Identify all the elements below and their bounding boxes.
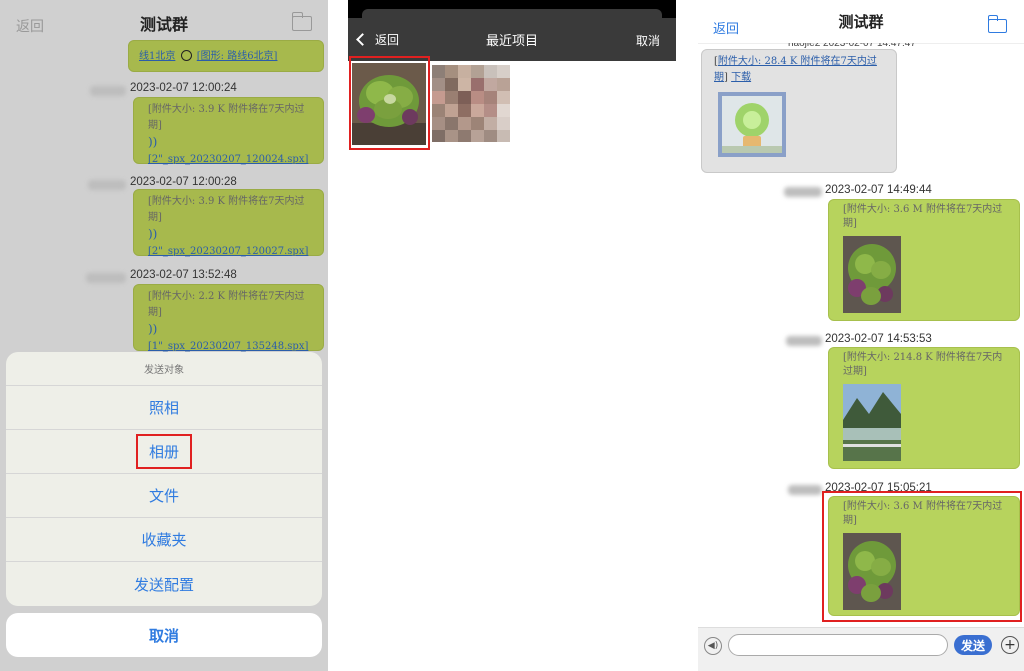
action-favorites-label: 收藏夹 <box>141 531 187 549</box>
picker-cancel-button[interactable]: 取消 <box>636 32 660 49</box>
lightbulb-image <box>722 96 782 153</box>
folder-icon[interactable] <box>987 15 1007 33</box>
send-button[interactable]: 发送 <box>954 635 992 655</box>
audio-wave-icon: )) <box>148 135 158 149</box>
sent-image-thumbnail[interactable] <box>843 236 901 313</box>
message-bubble-top: 线1北京 [图形: 路线6北京] <box>128 40 324 72</box>
action-sheet-title: 发送对象 <box>6 352 322 386</box>
photo-picker-panel: 返回 最近项目 取消 <box>348 0 676 671</box>
map-icon <box>180 50 192 61</box>
message-timestamp: 2023-02-07 12:00:28 <box>130 176 237 188</box>
sent-image-bubble[interactable]: [附件大小: 214.8 K 附件将在7天内过期] <box>828 347 1020 469</box>
plus-icon[interactable]: + <box>1001 636 1019 654</box>
back-button[interactable]: 返回 <box>713 18 739 37</box>
message-input-bar: ◀) 发送 + <box>698 627 1024 671</box>
audio-wave-icon: )) <box>148 227 158 241</box>
action-camera-label: 照相 <box>148 399 179 417</box>
message-timestamp: 2023-02-07 14:49:44 <box>825 184 932 196</box>
link-route-6[interactable]: [图形: 路线6北京] <box>197 51 278 62</box>
action-file-label: 文件 <box>148 487 179 505</box>
sender-name-blurred <box>88 180 126 190</box>
chevron-left-icon <box>356 33 369 46</box>
action-send-config[interactable]: 发送配置 <box>6 562 322 606</box>
message-timestamp: 2023-02-07 14:53:53 <box>825 333 932 345</box>
status-area <box>348 0 676 18</box>
action-camera[interactable]: 照相 <box>6 386 322 430</box>
chat-title: 测试群 <box>139 15 188 34</box>
attachment-info: [附件大小: 3.6 M 附件将在7天内过期] <box>843 204 1003 229</box>
sent-image-thumbnail[interactable] <box>843 384 901 461</box>
sender-name-blurred <box>90 86 126 96</box>
back-button[interactable]: 返回 <box>16 16 44 36</box>
audio-message-bubble[interactable]: [附件大小: 3.9 K 附件将在7天内过期] )) [2"_spx_202302… <box>133 189 324 257</box>
picker-back-label: 返回 <box>375 33 400 47</box>
message-timestamp: 2023-02-07 13:52:48 <box>130 269 237 281</box>
attachment-info: [附件大小: 2.2 K 附件将在7天内过期] <box>148 291 305 318</box>
mountain-lake-photo <box>843 384 901 461</box>
audio-file-link[interactable]: [2"_spx_20230207_120024.spx] <box>148 154 308 165</box>
sender-name-blurred <box>86 273 126 283</box>
send-target-action-sheet: 发送对象 照相 相册 文件 收藏夹 发送配置 <box>6 352 322 606</box>
chat-header: 返回 测试群 <box>698 0 1024 44</box>
action-sheet-cancel-button[interactable]: 取消 <box>6 613 322 657</box>
action-photo-album[interactable]: 相册 <box>6 430 322 474</box>
link-route-1[interactable]: 线1北京 <box>139 51 175 62</box>
sender-name-blurred <box>784 187 822 197</box>
sender-name-blurred <box>788 485 822 495</box>
selected-photo-highlight <box>349 56 430 150</box>
pixelated-photo <box>432 65 510 142</box>
audio-file-link[interactable]: [1"_spx_20230207_135248.spx] <box>148 341 308 352</box>
picker-back-button[interactable]: 返回 <box>356 31 400 48</box>
attachment-info: [附件大小: 3.9 K 附件将在7天内过期] <box>148 104 305 131</box>
action-favorites[interactable]: 收藏夹 <box>6 518 322 562</box>
chat-title: 测试群 <box>838 13 884 31</box>
ornamental-kale-photo <box>843 236 901 313</box>
action-send-config-label: 发送配置 <box>133 575 194 594</box>
sent-image-bubble[interactable]: [附件大小: 3.6 M 附件将在7天内过期] <box>828 199 1020 321</box>
audio-message-bubble[interactable]: [附件大小: 2.2 K 附件将在7天内过期] )) [1"_spx_202302… <box>133 284 324 352</box>
chat-panel-with-action-sheet: 返回 测试群 线1北京 [图形: 路线6北京] 2023-02-07 12:00… <box>0 0 328 671</box>
voice-icon[interactable]: ◀) <box>704 637 722 655</box>
chat-panel-after-send: 返回 测试群 haojie2 2023-02-07 14:47:47 [附件大小… <box>698 0 1024 671</box>
message-input[interactable] <box>728 634 948 656</box>
download-link[interactable]: 下载 <box>731 72 751 83</box>
audio-file-link[interactable]: [2"_spx_20230207_120027.spx] <box>148 246 308 257</box>
photo-picker-header: 返回 最近项目 取消 <box>348 18 676 61</box>
action-file[interactable]: 文件 <box>6 474 322 518</box>
audio-wave-icon: )) <box>148 322 158 336</box>
photo-thumbnail-pixelated[interactable] <box>432 65 510 142</box>
new-message-highlight <box>822 491 1022 622</box>
sender-name-blurred <box>786 336 822 346</box>
received-image-bubble[interactable]: [附件大小: 28.4 K 附件将在7天内过期] 下载 <box>701 49 897 173</box>
audio-message-bubble[interactable]: [附件大小: 3.9 K 附件将在7天内过期] )) [2"_spx_202302… <box>133 97 324 165</box>
folder-icon[interactable] <box>291 12 312 31</box>
action-photo-album-label: 相册 <box>135 434 192 469</box>
received-image-thumbnail[interactable] <box>718 92 786 157</box>
attachment-info: [附件大小: 3.9 K 附件将在7天内过期] <box>148 196 305 223</box>
message-timestamp: 2023-02-07 12:00:24 <box>130 82 237 94</box>
picker-title: 最近项目 <box>485 34 538 49</box>
attachment-info: [附件大小: 214.8 K 附件将在7天内过期] <box>843 352 1003 377</box>
